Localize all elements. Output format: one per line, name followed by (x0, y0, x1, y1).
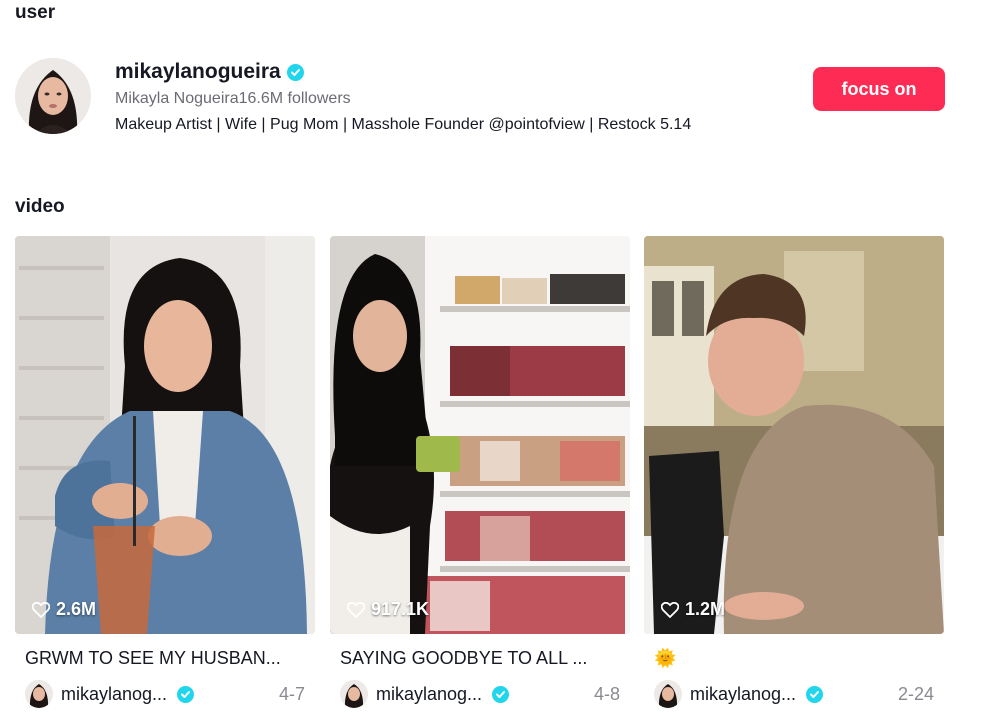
user-bio: Makeup Artist | Wife | Pug Mom | Masshol… (115, 116, 692, 133)
user-card[interactable]: mikaylanogueira Mikayla Nogueira16.6M fo… (15, 58, 945, 138)
video-date: 4-8 (593, 683, 620, 704)
video-card[interactable]: 2.6M GRWM TO SEE MY HUSBAN... mikaylanog… (15, 236, 315, 709)
author-avatar[interactable] (25, 680, 53, 708)
like-count-value: 2.6M (56, 599, 97, 619)
like-count: 2.6M (32, 599, 96, 620)
verified-badge-icon (177, 685, 195, 703)
like-count-value: 917.1K (371, 599, 430, 619)
user-avatar[interactable] (15, 58, 91, 134)
video-date: 4-7 (278, 683, 305, 704)
like-count-value: 1.2M (685, 599, 726, 619)
author-name[interactable]: mikaylanog... (690, 684, 796, 705)
display-name: Mikayla Nogueira (115, 90, 239, 107)
video-caption[interactable]: SAYING GOODBYE TO ALL ... (330, 648, 620, 670)
video-caption[interactable]: 🌞 (644, 648, 934, 670)
video-section-title: video (15, 196, 65, 217)
author-avatar[interactable] (654, 680, 682, 708)
author-name[interactable]: mikaylanog... (376, 684, 482, 705)
verified-badge-icon (492, 685, 510, 703)
heart-icon (347, 601, 365, 618)
verified-badge-icon (286, 63, 304, 81)
video-caption[interactable]: GRWM TO SEE MY HUSBAN... (15, 648, 305, 670)
follow-button[interactable]: focus on (813, 67, 945, 111)
video-thumbnail[interactable]: 2.6M (15, 236, 315, 634)
user-section-title: user (15, 2, 56, 23)
author-avatar[interactable] (340, 680, 368, 708)
heart-icon (32, 601, 50, 618)
follower-count: 16.6M followers (238, 90, 351, 107)
video-date: 2-24 (897, 683, 934, 704)
like-count: 1.2M (661, 599, 725, 620)
video-card[interactable]: 917.1K SAYING GOODBYE TO ALL ... mikayla… (330, 236, 630, 709)
username[interactable]: mikaylanogueira (115, 60, 281, 84)
video-thumbnail[interactable]: 1.2M (644, 236, 944, 634)
video-card[interactable]: 1.2M 🌞 mikaylanog... 2-24 (644, 236, 944, 709)
like-count: 917.1K (347, 599, 429, 620)
heart-icon (661, 601, 679, 618)
verified-badge-icon (806, 685, 824, 703)
video-thumbnail[interactable]: 917.1K (330, 236, 630, 634)
author-name[interactable]: mikaylanog... (61, 684, 167, 705)
user-subline: Mikayla Nogueira16.6M followers (115, 90, 691, 108)
